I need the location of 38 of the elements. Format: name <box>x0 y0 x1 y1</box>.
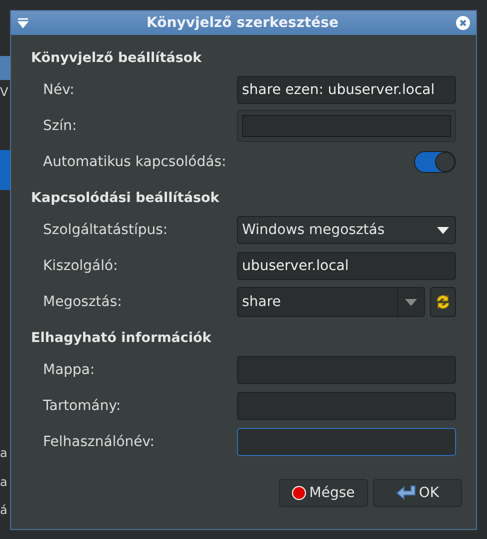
ok-button[interactable]: OK <box>373 479 462 507</box>
field-label: Megosztás: <box>43 294 123 310</box>
section-heading: Könyvjelző beállítások <box>31 49 203 68</box>
background-text: á <box>0 503 8 517</box>
background-text: V <box>0 85 8 99</box>
field-label: Szolgáltatástípus: <box>43 222 169 238</box>
color-button[interactable] <box>237 110 456 142</box>
toggle-switch[interactable] <box>414 151 456 173</box>
cancel-button[interactable]: Mégse <box>279 479 368 507</box>
combo-box[interactable]: share <box>237 287 425 317</box>
field-label: Tartomány: <box>43 398 122 414</box>
text-field[interactable] <box>237 392 456 420</box>
field-label: Szín: <box>43 118 78 134</box>
field-label: Felhasználónév: <box>43 434 156 450</box>
dropdown[interactable]: Windows megosztás <box>237 216 456 244</box>
text-field[interactable]: share ezen: ubuserver.local <box>237 76 456 104</box>
enter-icon <box>396 485 416 501</box>
caret-icon <box>405 298 417 306</box>
text-field[interactable] <box>237 428 456 456</box>
stop-icon <box>292 486 306 500</box>
refresh-icon <box>435 294 451 310</box>
background-text: a <box>0 446 8 460</box>
background-text: a <box>0 475 8 489</box>
text-field[interactable]: ubuserver.local <box>237 252 456 280</box>
section-heading: Kapcsolódási beállítások <box>31 189 220 208</box>
menu-icon[interactable] <box>17 18 29 28</box>
close-icon[interactable] <box>456 16 470 30</box>
field-label: Automatikus kapcsolódás: <box>43 154 228 170</box>
field-label: Kiszolgáló: <box>43 258 119 274</box>
caret-icon <box>437 226 449 234</box>
background-title-bar <box>0 56 10 80</box>
text-field[interactable] <box>237 356 456 384</box>
background-selection <box>0 150 10 190</box>
field-label: Mappa: <box>43 362 96 378</box>
field-label: Név: <box>43 82 76 98</box>
refresh-button[interactable] <box>430 287 456 317</box>
section-heading: Elhagyható információk <box>31 329 212 348</box>
window-title: Könyvjelző szerkesztése <box>146 15 340 31</box>
